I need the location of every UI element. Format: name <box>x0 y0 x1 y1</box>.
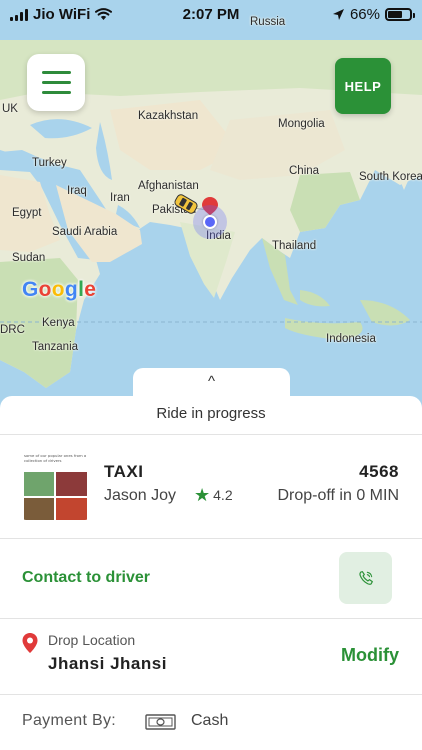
hamburger-icon <box>41 71 71 74</box>
map-label-kenya: Kenya <box>42 317 75 329</box>
star-icon: ★ <box>194 485 211 505</box>
hamburger-icon <box>41 91 71 94</box>
google-logo-part: o <box>51 278 65 301</box>
map-label-uk: UK <box>2 103 18 115</box>
google-logo-part: e <box>84 278 97 301</box>
google-logo-part: G <box>22 278 39 301</box>
photo-tile <box>56 472 87 496</box>
phone-icon <box>358 571 373 585</box>
map-label-drc: DRC <box>0 324 25 336</box>
current-location-icon <box>193 205 227 239</box>
map-label-iran: Iran <box>110 192 130 204</box>
call-driver-button[interactable] <box>339 552 392 604</box>
contact-driver-link[interactable]: Contact to driver <box>22 569 150 587</box>
driver-photo-caption: some of our popular ones from a collecti… <box>24 453 87 463</box>
cash-icon <box>145 714 176 730</box>
status-bar: Jio WiFi 2:07 PM 66% <box>0 0 422 30</box>
hamburger-icon <box>41 81 71 84</box>
map-label-south-korea: South Korea <box>359 171 422 183</box>
help-button[interactable]: HELP <box>335 58 391 114</box>
modify-drop-button[interactable]: Modify <box>341 645 399 666</box>
map-label-afghanistan: Afghanistan <box>138 180 199 192</box>
map-label-tanzania: Tanzania <box>32 341 79 353</box>
contact-driver-row: Contact to driver <box>0 538 422 618</box>
location-pin-icon <box>22 633 38 653</box>
payment-method: Cash <box>191 712 229 729</box>
battery-percent: 66% <box>349 6 380 23</box>
drop-location-label: Drop Location <box>48 632 136 648</box>
vehicle-number: 4568 <box>359 462 399 481</box>
map-label-thailand: Thailand <box>272 240 317 252</box>
map-label-china: China <box>289 165 320 177</box>
drop-off-eta: Drop-off in 0 MIN <box>277 487 399 504</box>
drop-location-row: Drop Location Jhansi Jhansi Modify <box>0 618 422 694</box>
map-label-saudi-arabia: Saudi Arabia <box>52 226 118 238</box>
map-label-egypt: Egypt <box>12 207 42 219</box>
payment-row: Payment By: Cash <box>0 694 422 750</box>
drop-location-value: Jhansi Jhansi <box>48 654 167 673</box>
vehicle-type: TAXI <box>104 462 144 481</box>
google-logo-part: o <box>38 278 52 301</box>
map-label-sudan: Sudan <box>12 252 46 264</box>
rating-value: 4.2 <box>213 487 233 503</box>
driver-rating: ★ 4.2 <box>194 485 233 505</box>
photo-tile <box>24 472 54 496</box>
map-label-indonesia: Indonesia <box>326 333 376 345</box>
google-logo-part: g <box>64 278 79 301</box>
ride-status-title: Ride in progress <box>156 405 266 422</box>
map-label-kazakhstan: Kazakhstan <box>138 110 199 122</box>
location-services-icon <box>332 9 344 20</box>
map-label-mongolia: Mongolia <box>278 118 325 130</box>
menu-button[interactable] <box>27 54 85 111</box>
payment-label: Payment By: <box>22 712 117 729</box>
driver-name: Jason Joy <box>104 487 177 504</box>
google-attribution-logo: Google <box>22 278 96 302</box>
battery-icon <box>385 8 415 21</box>
ride-details-sheet: Ride in progress some of our popular one… <box>0 396 422 750</box>
map-label-iraq: Iraq <box>67 185 87 197</box>
map-label-turkey: Turkey <box>32 157 67 169</box>
status-bar-right: 66% <box>332 6 415 23</box>
driver-info-row: some of our popular ones from a collecti… <box>0 434 422 538</box>
driver-photo: some of our popular ones from a collecti… <box>22 452 89 520</box>
photo-tile <box>56 498 87 520</box>
photo-tile <box>24 498 54 520</box>
